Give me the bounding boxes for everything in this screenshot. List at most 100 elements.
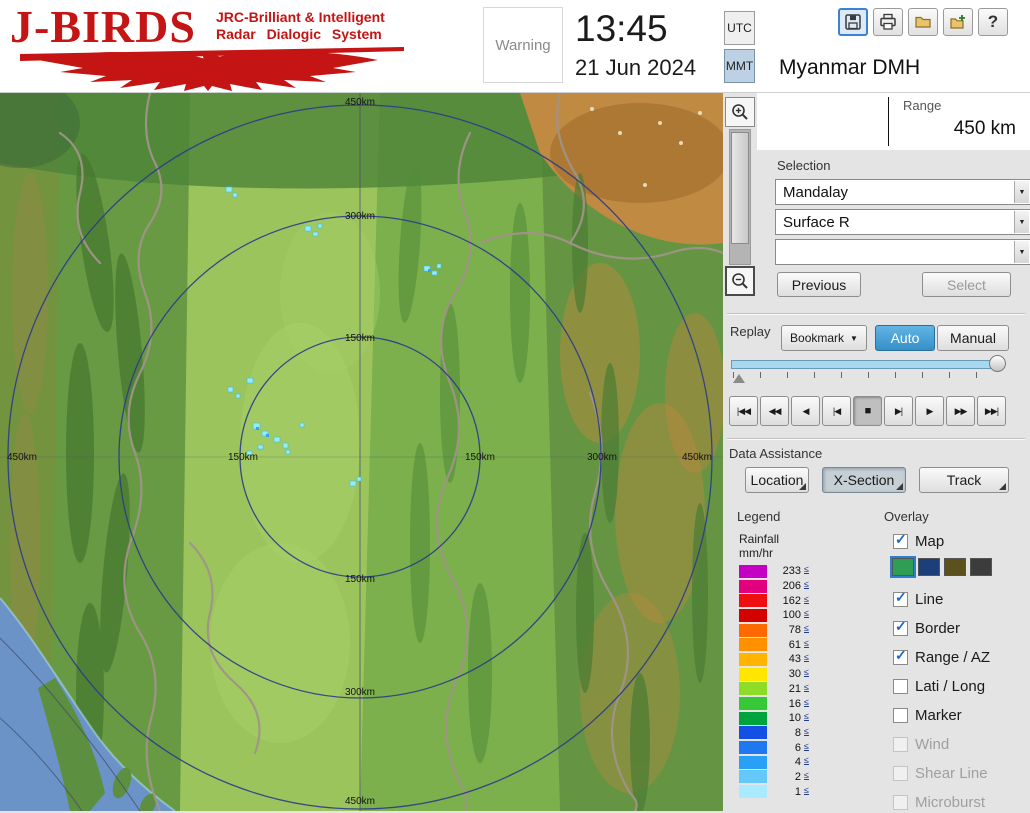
utc-button[interactable]: UTC	[724, 11, 755, 45]
border-checkbox[interactable]: ✓	[893, 621, 908, 636]
mmt-button[interactable]: MMT	[724, 49, 755, 83]
legend-color-swatch	[739, 668, 767, 681]
legend-color-swatch	[739, 785, 767, 798]
legend-threshold-link[interactable]: ≤	[804, 697, 809, 707]
auto-button[interactable]: Auto	[875, 325, 935, 351]
skip-start-button[interactable]: |◀◀	[729, 396, 758, 426]
chevron-down-icon[interactable]: ▼	[1014, 181, 1029, 203]
microburst-checkbox[interactable]	[893, 795, 908, 810]
warning-indicator[interactable]: Warning	[483, 7, 563, 83]
legend-value: 61	[769, 639, 801, 651]
zoom-slider[interactable]	[729, 129, 751, 265]
legend-threshold-link[interactable]: ≤	[804, 785, 809, 795]
step-forward-button[interactable]: ▶|	[884, 396, 913, 426]
play-button[interactable]: ▶	[915, 396, 944, 426]
legend-unit-line1: Rainfall	[739, 532, 779, 546]
location-button[interactable]: Location	[745, 467, 809, 493]
site-combo[interactable]: Mandalay ▼	[775, 179, 1030, 205]
legend-row: 233≤	[739, 564, 809, 579]
help-button[interactable]: ?	[978, 8, 1008, 36]
map-style-swatch-1[interactable]	[892, 558, 914, 576]
legend-row: 162≤	[739, 593, 809, 608]
marker-checkbox[interactable]	[893, 708, 908, 723]
select-button[interactable]: Select	[922, 272, 1011, 297]
chevron-down-icon[interactable]: ▼	[1014, 211, 1029, 233]
radar-map-view[interactable]: 450km 300km 150km 150km 300km 450km 450k…	[0, 93, 723, 811]
save-button[interactable]	[838, 8, 868, 36]
legend-threshold-link[interactable]: ≤	[804, 608, 809, 618]
shear-line-checkbox[interactable]	[893, 766, 908, 781]
range-ring-label: 300km	[345, 211, 375, 222]
range-box: Range 450 km	[757, 93, 1030, 150]
legend-threshold-link[interactable]: ≤	[804, 726, 809, 736]
timeline-slider-thumb[interactable]	[989, 355, 1006, 372]
overlay-item-shear-line: Shear Line	[893, 762, 988, 784]
open-folder-button[interactable]	[908, 8, 938, 36]
zoom-out-button[interactable]	[725, 266, 755, 296]
legend-label: Legend	[737, 509, 780, 524]
xsection-button[interactable]: X-Section	[822, 467, 906, 493]
folder-icon	[914, 13, 932, 31]
save-icon	[844, 13, 862, 31]
overlay-item-label: Wind	[915, 736, 949, 753]
overlay-item-lati-long: Lati / Long	[893, 675, 985, 697]
extra-combo[interactable]: ▼	[775, 239, 1030, 265]
map-style-swatch-2[interactable]	[918, 558, 940, 576]
legend-threshold-link[interactable]: ≤	[804, 682, 809, 692]
import-button[interactable]	[943, 8, 973, 36]
line-checkbox[interactable]: ✓	[893, 592, 908, 607]
legend-value: 162	[769, 595, 801, 607]
legend-threshold-link[interactable]: ≤	[804, 638, 809, 648]
bookmark-button[interactable]: Bookmark ▼	[781, 325, 867, 351]
legend-row: 1≤	[739, 784, 809, 799]
legend-unit-line2: mm/hr	[739, 546, 773, 560]
fast-forward-button[interactable]: ▶▶	[946, 396, 975, 426]
stop-button[interactable]: ■	[853, 396, 882, 426]
previous-button[interactable]: Previous	[777, 272, 861, 297]
legend-threshold-link[interactable]: ≤	[804, 711, 809, 721]
legend-value: 16	[769, 698, 801, 710]
track-button[interactable]: Track	[919, 467, 1009, 493]
legend-threshold-link[interactable]: ≤	[804, 579, 809, 589]
overlay-item-label: Map	[915, 533, 944, 550]
legend-color-swatch	[739, 741, 767, 754]
legend-threshold-link[interactable]: ≤	[804, 623, 809, 633]
skip-end-button[interactable]: ▶▶|	[977, 396, 1006, 426]
radar-map-image: 450km 300km 150km 150km 300km 450km 450k…	[0, 93, 723, 811]
play-reverse-button[interactable]: ◀	[791, 396, 820, 426]
manual-button[interactable]: Manual	[937, 325, 1009, 351]
step-back-button[interactable]: |◀	[822, 396, 851, 426]
map-checkbox[interactable]: ✓	[893, 534, 908, 549]
product-combo[interactable]: Surface R ▼	[775, 209, 1030, 235]
legend-color-swatch	[739, 770, 767, 783]
zoom-in-button[interactable]	[725, 97, 755, 127]
lati-long-checkbox[interactable]	[893, 679, 908, 694]
chevron-down-icon[interactable]: ▼	[1014, 241, 1029, 263]
legend-value: 233	[769, 565, 801, 577]
legend-threshold-link[interactable]: ≤	[804, 770, 809, 780]
range-ring-label: 450km	[345, 97, 375, 108]
legend-value: 30	[769, 668, 801, 680]
zoom-slider-thumb[interactable]	[731, 132, 749, 244]
legend-threshold-link[interactable]: ≤	[804, 652, 809, 662]
map-style-swatch-3[interactable]	[944, 558, 966, 576]
overlay-label: Overlay	[884, 509, 929, 524]
range-az-checkbox[interactable]: ✓	[893, 650, 908, 665]
map-style-swatch-4[interactable]	[970, 558, 992, 576]
legend-threshold-link[interactable]: ≤	[804, 741, 809, 751]
legend-threshold-link[interactable]: ≤	[804, 667, 809, 677]
overlay-item-border: ✓ Border	[893, 617, 960, 639]
timeline-slider[interactable]	[731, 360, 1003, 369]
print-button[interactable]	[873, 8, 903, 36]
legend-threshold-link[interactable]: ≤	[804, 755, 809, 765]
legend-row: 61≤	[739, 637, 809, 652]
help-icon: ?	[988, 12, 998, 32]
overlay-item-label: Border	[915, 620, 960, 637]
legend-row: 100≤	[739, 608, 809, 623]
wind-checkbox[interactable]	[893, 737, 908, 752]
range-value: 450 km	[888, 118, 1022, 140]
legend-threshold-link[interactable]: ≤	[804, 594, 809, 604]
legend-threshold-link[interactable]: ≤	[804, 564, 809, 574]
legend-row: 8≤	[739, 726, 809, 741]
fast-rewind-button[interactable]: ◀◀	[760, 396, 789, 426]
